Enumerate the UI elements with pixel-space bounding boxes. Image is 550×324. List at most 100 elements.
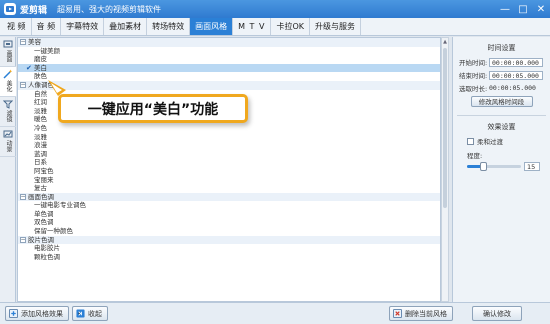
side-tab-0[interactable]: 画面: [0, 37, 16, 67]
end-time-label: 结束时间:: [459, 72, 488, 80]
panel-divider: [457, 115, 546, 116]
tab-2[interactable]: 字幕特效: [61, 18, 105, 35]
list-item-label: 淡雅: [34, 132, 47, 141]
group-label: 画面色调: [28, 192, 54, 201]
collapse-toggle-icon[interactable]: −: [20, 236, 26, 243]
duration-label: 选取时长:: [459, 85, 488, 93]
fade-option[interactable]: 柔和过渡: [453, 136, 550, 146]
motion-icon: [3, 130, 13, 138]
degree-slider-knob[interactable]: [480, 162, 488, 171]
list-item[interactable]: 单色调: [18, 210, 440, 219]
list-item-label: 浪漫: [34, 141, 47, 150]
tab-3[interactable]: 叠加素材: [104, 18, 148, 35]
tab-1[interactable]: 音 频: [32, 18, 62, 35]
app-name: 爱剪辑: [20, 5, 48, 16]
scroll-up-icon[interactable]: ▲: [442, 38, 448, 46]
end-time-input[interactable]: 00:00:05.000: [489, 70, 543, 80]
tab-7[interactable]: 卡拉OK: [271, 18, 310, 35]
confirm-button[interactable]: 确认修改: [472, 306, 522, 321]
list-item-label: 磨皮: [34, 55, 47, 64]
title-bar: 爱剪辑 超易用、强大的视频剪辑软件 — □ ✕: [0, 0, 550, 18]
list-item[interactable]: 磨皮: [18, 55, 440, 64]
tab-4[interactable]: 转场特效: [147, 18, 191, 35]
list-item[interactable]: ✔ 美白: [18, 63, 440, 73]
collapse-toggle-icon[interactable]: −: [20, 193, 26, 200]
side-tab-3[interactable]: 动景: [0, 127, 16, 157]
add-style-button[interactable]: 添加风格效果: [5, 306, 69, 321]
tab-0[interactable]: 视 频: [2, 18, 32, 35]
list-item-label: 阿宝色: [34, 166, 54, 175]
list-group-header[interactable]: − 胶片色调: [18, 235, 440, 245]
scroll-thumb[interactable]: [443, 48, 447, 208]
list-item-label: 日系: [34, 158, 47, 167]
side-tab-label: 动景: [5, 140, 12, 152]
collapse-toggle-icon[interactable]: −: [20, 82, 26, 89]
duration-value: 00:00:05.000: [489, 84, 536, 92]
tab-6[interactable]: M T V: [233, 18, 272, 35]
list-item[interactable]: 双色调: [18, 218, 440, 227]
list-item-label: 一键电影专业调色: [34, 201, 86, 210]
list-item[interactable]: 一键电影专业调色: [18, 201, 440, 210]
callout-banner: 一键应用“美白”功能: [58, 94, 248, 123]
degree-slider[interactable]: [467, 162, 521, 171]
minimize-button[interactable]: —: [496, 0, 514, 18]
list-item[interactable]: 宝丽来: [18, 176, 440, 185]
tab-5[interactable]: 画面风格: [190, 18, 234, 35]
list-group-header[interactable]: − 人像调色: [18, 80, 440, 90]
filter-icon: [3, 100, 13, 109]
list-item-label: 暖色: [34, 115, 47, 124]
bottom-toolbar: 添加风格效果 收起 删除当前风格 确认修改: [0, 302, 550, 324]
modify-time-button[interactable]: 修改风格时间段: [470, 96, 533, 107]
list-item-label: 淡雅: [34, 106, 47, 115]
side-tab-1[interactable]: 美化: [0, 67, 16, 97]
group-label: 胶片色调: [28, 235, 54, 244]
list-scrollbar[interactable]: ▲: [441, 37, 449, 302]
list-item[interactable]: 蓝调: [18, 150, 440, 159]
list-item[interactable]: 电影胶片: [18, 244, 440, 253]
checkmark-icon: ✔: [26, 63, 32, 72]
maximize-button[interactable]: □: [514, 0, 532, 18]
list-item-label: 宝丽来: [34, 175, 54, 184]
group-label: 美容: [28, 38, 41, 46]
fade-checkbox[interactable]: [467, 137, 474, 145]
list-item[interactable]: 一键美颜: [18, 47, 440, 56]
list-item[interactable]: 复古: [18, 184, 440, 193]
settings-panel: 时间设置 开始时间: 00:00:00.000 结束时间: 00:00:05.0…: [452, 37, 550, 302]
frame-icon: [3, 40, 13, 48]
list-item[interactable]: 日系: [18, 158, 440, 167]
magic-wand-icon: [3, 69, 13, 79]
list-item[interactable]: 淡雅: [18, 133, 440, 142]
duration-row: 选取时长: 00:00:05.000: [453, 83, 550, 93]
side-tab-label: 画面: [5, 50, 12, 62]
list-group-header[interactable]: − 美容: [18, 38, 440, 47]
main-tab-bar: 视 频音 频字幕特效 叠加素材 转场特效 画面风格 M T V 卡拉OK 升级与服务: [0, 18, 550, 36]
list-item-label: 电影胶片: [34, 244, 60, 253]
list-item[interactable]: 冷色: [18, 124, 440, 133]
list-item[interactable]: 颗粒色调: [18, 253, 440, 262]
collapse-icon: [76, 309, 85, 318]
side-tab-label: 美化: [5, 80, 12, 92]
app-slogan: 超易用、强大的视频剪辑软件: [57, 4, 162, 14]
list-item-label: 红润: [34, 98, 47, 107]
list-item[interactable]: 保留一种颜色: [18, 227, 440, 236]
list-item[interactable]: 肤色: [18, 72, 440, 81]
list-item[interactable]: 浪漫: [18, 141, 440, 150]
collapse-toggle-icon[interactable]: −: [20, 39, 26, 46]
add-style-label: 添加风格效果: [21, 309, 63, 318]
delete-icon: [393, 309, 402, 318]
list-item[interactable]: 阿宝色: [18, 167, 440, 176]
tab-8[interactable]: 升级与服务: [310, 18, 361, 35]
list-item-label: 一键美颜: [34, 46, 60, 55]
list-item-label: 美白: [34, 63, 47, 72]
list-group-header[interactable]: − 画面色调: [18, 192, 440, 202]
degree-control: 15: [453, 162, 550, 171]
close-button[interactable]: ✕: [532, 0, 550, 18]
confirm-label: 确认修改: [483, 309, 511, 318]
delete-style-button[interactable]: 删除当前风格: [389, 306, 453, 321]
collapse-label: 收起: [88, 309, 102, 318]
side-tab-2[interactable]: 滤镜: [0, 97, 16, 127]
start-time-input[interactable]: 00:00:00.000: [489, 57, 543, 67]
list-item-label: 双色调: [34, 218, 54, 227]
degree-value-input[interactable]: 15: [524, 162, 540, 171]
collapse-button[interactable]: 收起: [72, 306, 108, 321]
